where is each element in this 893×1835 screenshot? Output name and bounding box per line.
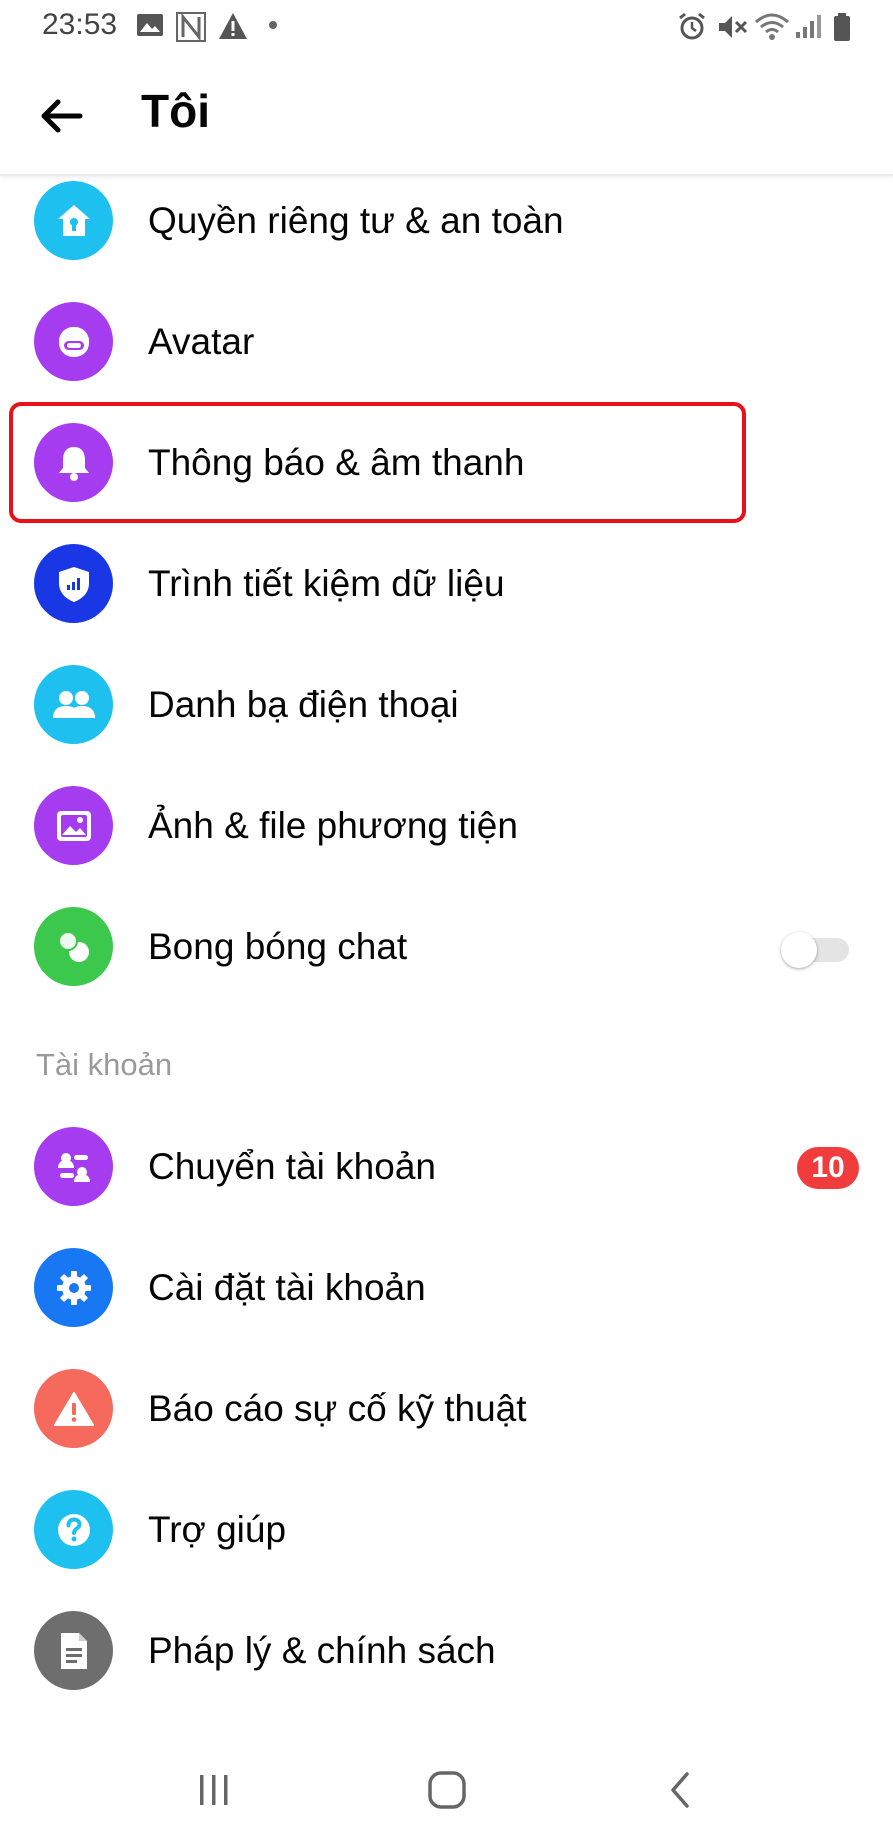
- row-data-saver[interactable]: Trình tiết kiệm dữ liệu: [0, 523, 893, 644]
- app-header: Tôi: [0, 56, 893, 176]
- data-saver-shield-icon: [34, 544, 113, 623]
- row-contacts[interactable]: Danh bạ điện thoại: [0, 644, 893, 765]
- row-chat-bubbles[interactable]: Bong bóng chat: [0, 886, 893, 1007]
- row-switch-account[interactable]: Chuyển tài khoản: [0, 1106, 893, 1227]
- switch-account-icon: [34, 1127, 113, 1206]
- highlight-box: [9, 402, 746, 523]
- recent-apps-icon: [200, 1775, 228, 1805]
- wifi-icon: [755, 13, 789, 40]
- back-button[interactable]: [650, 1760, 710, 1820]
- row-report-problem[interactable]: Báo cáo sự cố kỹ thuật: [0, 1348, 893, 1469]
- home-icon: [428, 1771, 466, 1809]
- system-nav-bar: [0, 1740, 893, 1835]
- row-label: Chuyển tài khoản: [148, 1146, 436, 1187]
- chat-bubbles-toggle[interactable]: [781, 932, 849, 968]
- row-label: Cài đặt tài khoản: [148, 1267, 426, 1308]
- row-account-settings[interactable]: Cài đặt tài khoản: [0, 1227, 893, 1348]
- row-label: Trình tiết kiệm dữ liệu: [148, 563, 505, 604]
- gear-icon: [34, 1248, 113, 1327]
- row-help[interactable]: Trợ giúp: [0, 1469, 893, 1590]
- back-arrow-icon[interactable]: [36, 92, 84, 140]
- home-button[interactable]: [417, 1760, 477, 1820]
- row-label: Bong bóng chat: [148, 926, 408, 967]
- document-icon: [34, 1611, 113, 1690]
- section-header-account: Tài khoản: [36, 1047, 173, 1082]
- recent-apps-button[interactable]: [184, 1760, 244, 1820]
- row-label: Pháp lý & chính sách: [148, 1630, 496, 1671]
- row-label: Danh bạ điện thoại: [148, 684, 459, 725]
- avatar-icon: [34, 302, 113, 381]
- photo-icon: [34, 786, 113, 865]
- status-time: 23:53: [42, 8, 118, 41]
- warning-icon: [34, 1369, 113, 1448]
- contacts-people-icon: [34, 665, 113, 744]
- row-label: Trợ giúp: [148, 1509, 287, 1550]
- row-label: Báo cáo sự cố kỹ thuật: [148, 1388, 527, 1429]
- alert-triangle-icon: [219, 13, 247, 39]
- page-title: Tôi: [141, 85, 210, 137]
- privacy-home-icon: [34, 181, 113, 260]
- chevron-left-icon: [671, 1772, 689, 1808]
- help-icon: [34, 1490, 113, 1569]
- row-avatar[interactable]: Avatar: [0, 281, 893, 402]
- row-legal-policies[interactable]: Pháp lý & chính sách: [0, 1590, 893, 1711]
- gallery-icon: [137, 14, 163, 36]
- row-label: Ảnh & file phương tiện: [148, 805, 518, 846]
- row-label: Avatar: [148, 321, 255, 362]
- notes-n-icon: [176, 12, 206, 42]
- row-media[interactable]: Ảnh & file phương tiện: [0, 765, 893, 886]
- alarm-icon: [679, 12, 705, 40]
- signal-icon: [796, 15, 821, 38]
- mute-icon: [719, 16, 748, 38]
- notification-count-badge: 10: [797, 1147, 859, 1189]
- row-label: Quyền riêng tư & an toàn: [148, 200, 564, 241]
- battery-icon: [834, 13, 850, 41]
- toggle-knob: [781, 932, 817, 968]
- dot-icon: [269, 21, 277, 29]
- status-bar: 23:53: [0, 0, 893, 56]
- chat-bubbles-icon: [34, 907, 113, 986]
- row-privacy[interactable]: Quyền riêng tư & an toàn: [0, 160, 893, 281]
